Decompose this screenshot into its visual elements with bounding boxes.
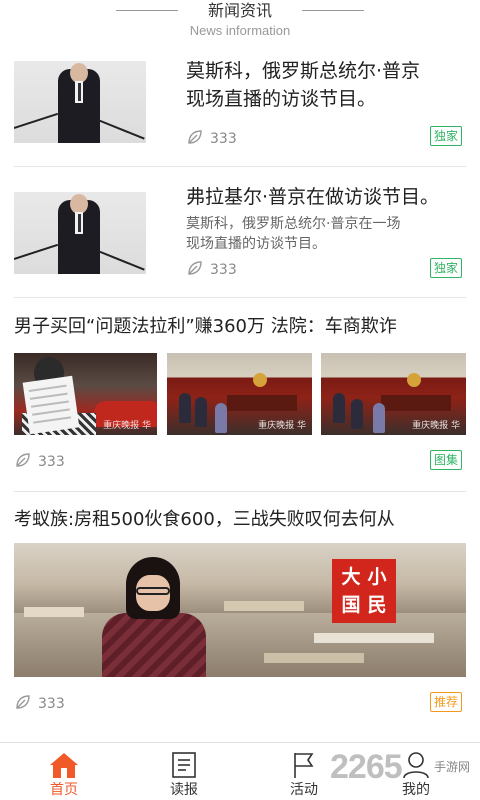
divider <box>14 491 466 492</box>
leaf-icon <box>16 453 30 467</box>
news-thumbnail <box>14 192 146 274</box>
section-header: 新闻资讯 News information <box>0 0 480 44</box>
news-title: 考蚁族:房租500伙食600，三战失败叹何去何从 <box>14 509 395 530</box>
news-thumbnail <box>14 61 146 143</box>
watermark-number: 2265 <box>330 748 403 786</box>
image-watermark: 重庆晚报 华 <box>412 421 460 431</box>
newspaper-icon <box>172 752 196 778</box>
site-watermark: 2265 手游网 <box>330 748 480 788</box>
news-title: 弗拉基尔·普京在做访谈节目。 <box>186 186 440 208</box>
watermark-text: 手游网 <box>434 760 471 774</box>
page-subtitle: News information <box>189 23 291 38</box>
tab-home[interactable]: 首页 <box>4 743 124 800</box>
badge-recommended: 推荐 <box>430 692 463 712</box>
badge-exclusive: 独家 <box>430 258 463 278</box>
tab-label: 读报 <box>170 782 198 798</box>
news-large-image: 大小 国民 <box>14 543 466 677</box>
page-title: 新闻资讯 <box>207 1 272 20</box>
publication-logo: 大小 国民 <box>332 559 396 623</box>
image-watermark: 重庆晚报 华 <box>258 421 306 431</box>
read-count: 333 <box>210 262 237 278</box>
news-title: 莫斯科，俄罗斯总统尔·普京 现场直播的访谈节目。 <box>186 60 421 110</box>
news-title: 男子买回“问题法拉利”赚360万 法院：车商欺诈 <box>14 316 397 337</box>
tab-newspaper[interactable]: 读报 <box>124 743 244 800</box>
news-meta: 333 <box>14 451 65 471</box>
read-count: 333 <box>38 696 65 712</box>
leaf-icon <box>188 261 202 275</box>
read-count: 333 <box>38 454 65 470</box>
leaf-icon <box>16 695 30 709</box>
news-meta: 333 <box>186 259 237 279</box>
news-meta: 333 <box>186 128 237 148</box>
gallery-image-2: 重庆晚报 华 <box>167 353 312 435</box>
leaf-icon <box>188 130 202 144</box>
divider <box>14 166 466 167</box>
news-meta: 333 <box>14 693 65 713</box>
tab-label: 首页 <box>50 782 78 798</box>
gallery-image-3: 重庆晚报 华 <box>321 353 466 435</box>
flag-icon <box>294 753 314 778</box>
read-count: 333 <box>210 131 237 147</box>
badge-gallery: 图集 <box>430 450 463 470</box>
news-summary: 莫斯科，俄罗斯总统尔·普京在一场 现场直播的访谈节目。 <box>186 216 401 252</box>
home-icon <box>50 753 78 778</box>
image-watermark: 重庆晚报 华 <box>103 421 151 431</box>
gallery-image-1: 重庆晚报 华 <box>14 353 157 435</box>
divider <box>14 297 466 298</box>
badge-exclusive: 独家 <box>430 126 463 146</box>
